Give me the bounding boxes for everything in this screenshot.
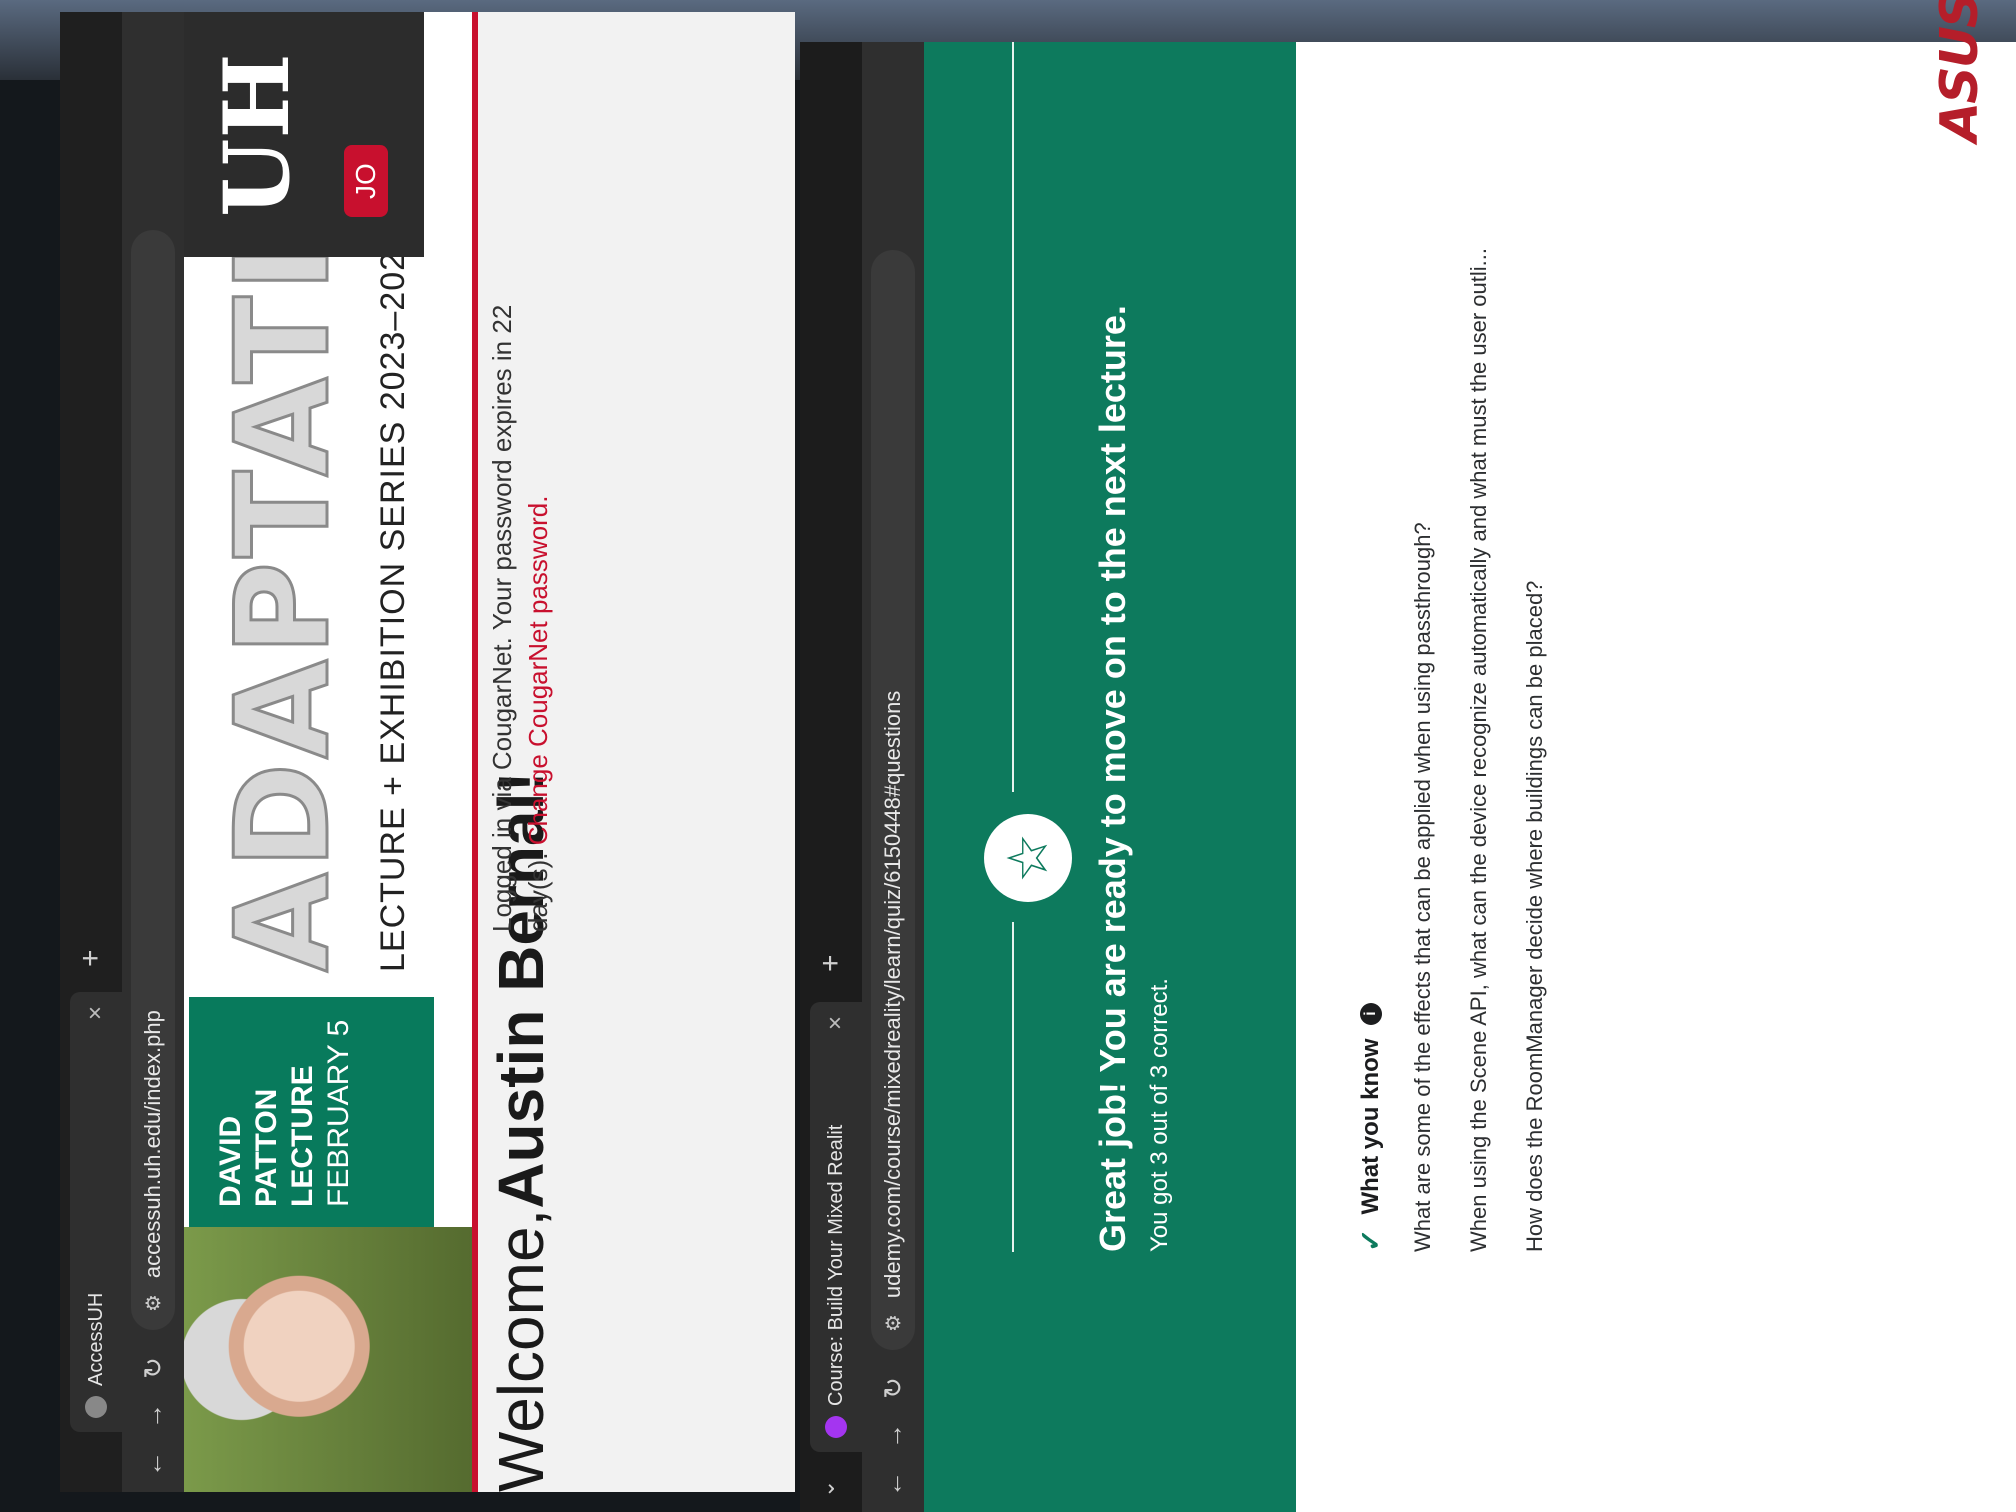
- speaker-photo: [184, 1227, 472, 1492]
- url-text: udemy.com/course/mixedreality/learn/quiz…: [880, 690, 905, 1299]
- what-you-know-heading[interactable]: ✓ What you know i: [1354, 1002, 1387, 1252]
- accessuh-window: AccessUH × + ← → ↻ ⚙ accessuh.uh.edu/ind…: [60, 12, 795, 1492]
- tab-search-icon[interactable]: ⌄: [814, 1480, 840, 1498]
- reload-icon[interactable]: ↻: [878, 1368, 909, 1408]
- back-icon[interactable]: ←: [138, 1444, 169, 1484]
- lecture-box: DAVID PATTON LECTURE FEBRUARY 5: [189, 997, 434, 1227]
- site-settings-icon[interactable]: ⚙: [141, 1294, 166, 1312]
- join-button[interactable]: JO: [344, 145, 388, 217]
- udemy-window: ⌄ Course: Build Your Mixed Realit × + ← …: [800, 42, 2016, 1512]
- quiz-result-hero: ☆ Great job! You are ready to move on to…: [924, 42, 1296, 1512]
- divider-right: [1012, 42, 1014, 792]
- url-text: accessuh.uh.edu/index.php: [140, 1010, 165, 1279]
- monitor-brand-logo: ASUS: [1930, 0, 1990, 142]
- uh-logo-icon: UH: [204, 53, 310, 217]
- star-icon: ☆: [984, 814, 1072, 902]
- what-you-know-label: What you know: [1356, 1038, 1384, 1215]
- series-subtitle: LECTURE + EXHIBITION SERIES 2023–2024: [374, 231, 412, 972]
- tab-title: AccessUH: [84, 1292, 107, 1386]
- address-bar[interactable]: ⚙ udemy.com/course/mixedreality/learn/qu…: [871, 250, 915, 1350]
- lecture-banner[interactable]: DAVID PATTON LECTURE FEBRUARY 5 ADAPTATI…: [184, 12, 478, 1492]
- info-icon[interactable]: i: [1359, 1002, 1382, 1025]
- new-tab-button[interactable]: +: [814, 954, 848, 972]
- accessuh-favicon-icon: [85, 1396, 107, 1418]
- result-score: You got 3 out of 3 correct.: [1146, 978, 1173, 1252]
- uh-panel: UH JO: [184, 12, 424, 257]
- udemy-favicon-icon: [825, 1416, 847, 1438]
- question-item[interactable]: How does the RoomManager decide where bu…: [1522, 581, 1548, 1252]
- browser-toolbar-udemy: ← → ↻ ⚙ udemy.com/course/mixedreality/le…: [862, 42, 924, 1512]
- lecture-name: DAVID PATTON LECTURE: [214, 1065, 319, 1207]
- reload-icon[interactable]: ↻: [138, 1348, 169, 1388]
- forward-icon[interactable]: →: [878, 1416, 909, 1456]
- new-tab-button[interactable]: +: [74, 949, 108, 967]
- check-icon: ✓: [1355, 1228, 1386, 1252]
- browser-toolbar: ← → ↻ ⚙ accessuh.uh.edu/index.php: [122, 12, 184, 1492]
- adaptation-headline: ADAPTATION: [208, 15, 360, 974]
- site-settings-icon[interactable]: ⚙: [881, 1314, 906, 1332]
- tab-title: Course: Build Your Mixed Realit: [824, 1124, 847, 1406]
- divider-left: [1012, 922, 1014, 1252]
- back-icon[interactable]: ←: [878, 1464, 909, 1504]
- lecture-date: FEBRUARY 5: [322, 1019, 355, 1207]
- tab-udemy-course[interactable]: Course: Build Your Mixed Realit ×: [810, 1002, 862, 1452]
- result-title: Great job! You are ready to move on to t…: [1092, 305, 1133, 1252]
- accessuh-page: DAVID PATTON LECTURE FEBRUARY 5 ADAPTATI…: [184, 12, 795, 1492]
- tab-strip-udemy: ⌄ Course: Build Your Mixed Realit × +: [800, 42, 862, 1512]
- change-password-link[interactable]: Change CougarNet password.: [523, 496, 553, 846]
- tab-accessuh[interactable]: AccessUH ×: [70, 992, 122, 1432]
- close-tab-icon[interactable]: ×: [822, 1016, 850, 1030]
- address-bar[interactable]: ⚙ accessuh.uh.edu/index.php: [131, 230, 175, 1330]
- udemy-quiz-page: ☆ Great job! You are ready to move on to…: [924, 42, 2016, 1512]
- login-note: Logged in via CougarNet. Your password e…: [484, 232, 556, 932]
- forward-icon[interactable]: →: [138, 1396, 169, 1436]
- tab-strip: AccessUH × +: [60, 12, 122, 1492]
- welcome-prefix: Welcome,: [485, 1208, 557, 1492]
- question-item[interactable]: What are some of the effects that can be…: [1410, 522, 1436, 1252]
- rotated-screen: AccessUH × + ← → ↻ ⚙ accessuh.uh.edu/ind…: [0, 0, 2016, 1512]
- question-item[interactable]: When using the Scene API, what can the d…: [1466, 248, 1492, 1252]
- close-tab-icon[interactable]: ×: [82, 1006, 110, 1020]
